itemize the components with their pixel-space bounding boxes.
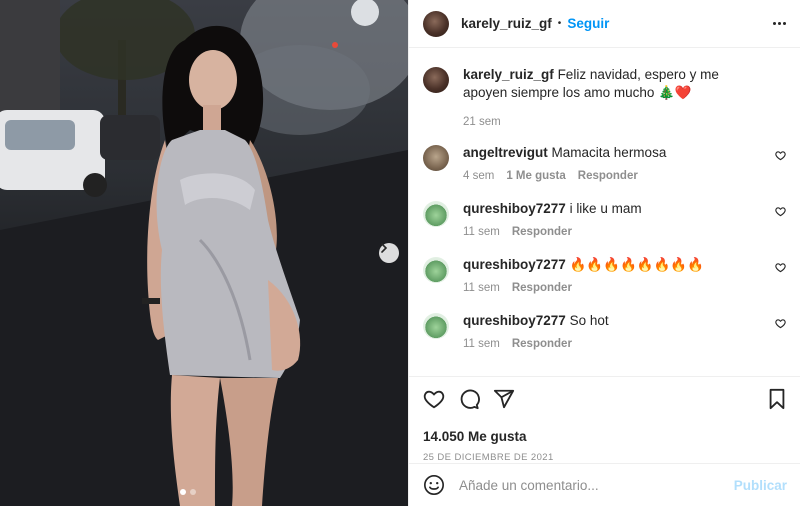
- emoji-icon[interactable]: [423, 474, 445, 496]
- chevron-right-icon: [381, 243, 388, 253]
- reply-button[interactable]: Responder: [512, 338, 572, 350]
- carousel-dot: [190, 489, 196, 495]
- comment-text: qureshiboy7277 🔥🔥🔥🔥🔥🔥🔥🔥: [463, 256, 764, 274]
- commenter-avatar[interactable]: [423, 201, 449, 227]
- next-photo-button[interactable]: [379, 243, 399, 263]
- commenter-avatar[interactable]: [423, 313, 449, 339]
- carousel-indicator: [180, 489, 196, 495]
- post-actions: 14.050 Me gusta 25 DE DICIEMBRE DE 2021: [409, 376, 800, 463]
- reply-button[interactable]: Responder: [578, 170, 638, 182]
- comment-meta: 11 sem Responder: [463, 338, 764, 350]
- post-header: karely_ruiz_gf • Seguir: [409, 0, 800, 48]
- comment-body: 🔥🔥🔥🔥🔥🔥🔥🔥: [569, 257, 705, 272]
- comment-input[interactable]: [459, 477, 734, 493]
- reply-button[interactable]: Responder: [512, 226, 572, 238]
- caption-age: 21 sem: [463, 116, 501, 128]
- comment-item: qureshiboy7277 So hot 11 sem Responder: [423, 312, 786, 350]
- author-avatar[interactable]: [423, 10, 449, 37]
- reply-button[interactable]: Responder: [512, 282, 572, 294]
- comment-text: qureshiboy7277 So hot: [463, 312, 764, 330]
- comment-meta: 4 sem 1 Me gusta Responder: [463, 170, 764, 182]
- comment-age: 11 sem: [463, 226, 500, 238]
- heart-icon[interactable]: [423, 388, 445, 410]
- commenter-username[interactable]: angeltrevigut: [463, 145, 548, 160]
- separator-dot: •: [557, 18, 562, 29]
- comment-meta: 11 sem Responder: [463, 282, 764, 294]
- bookmark-icon[interactable]: [767, 388, 787, 410]
- comment-like-heart-icon[interactable]: [775, 206, 786, 217]
- comment-meta: 11 sem Responder: [463, 226, 764, 238]
- comment-age: 11 sem: [463, 338, 500, 350]
- caption: karely_ruiz_gf Feliz navidad, espero y m…: [423, 66, 786, 128]
- more-options-icon[interactable]: [773, 22, 786, 25]
- comment-body: So hot: [569, 313, 609, 328]
- commenter-username[interactable]: qureshiboy7277: [463, 257, 566, 272]
- author-username[interactable]: karely_ruiz_gf: [461, 16, 552, 31]
- caption-avatar[interactable]: [423, 67, 449, 93]
- add-comment-bar: Publicar: [409, 463, 800, 506]
- comment-icon[interactable]: [458, 388, 480, 410]
- post-side-panel: karely_ruiz_gf • Seguir karely_ruiz_gf F…: [408, 0, 800, 506]
- comment-text: angeltrevigut Mamacita hermosa: [463, 144, 764, 162]
- comment-item: qureshiboy7277 i like u mam 11 sem Respo…: [423, 200, 786, 238]
- comment-item: angeltrevigut Mamacita hermosa 4 sem 1 M…: [423, 144, 786, 182]
- carousel-dot-active: [180, 489, 186, 495]
- comment-like-heart-icon[interactable]: [775, 262, 786, 273]
- comment-like-heart-icon[interactable]: [775, 150, 786, 161]
- publish-button[interactable]: Publicar: [734, 478, 787, 493]
- likes-count[interactable]: 14.050 Me gusta: [423, 429, 787, 444]
- comment-body: i like u mam: [569, 201, 642, 216]
- comment-likes[interactable]: 1 Me gusta: [506, 170, 565, 182]
- comment-text: qureshiboy7277 i like u mam: [463, 200, 764, 218]
- caption-username[interactable]: karely_ruiz_gf: [463, 67, 554, 82]
- comment-item: qureshiboy7277 🔥🔥🔥🔥🔥🔥🔥🔥 11 sem Responder: [423, 256, 786, 294]
- action-icons-row: [423, 387, 787, 411]
- comment-age: 11 sem: [463, 282, 500, 294]
- commenter-username[interactable]: qureshiboy7277: [463, 201, 566, 216]
- commenter-username[interactable]: qureshiboy7277: [463, 313, 566, 328]
- caption-text: karely_ruiz_gf Feliz navidad, espero y m…: [463, 66, 764, 102]
- share-icon[interactable]: [493, 388, 515, 410]
- comment-like-heart-icon[interactable]: [775, 318, 786, 329]
- comment-age: 4 sem: [463, 170, 495, 182]
- post-date: 25 DE DICIEMBRE DE 2021: [423, 452, 554, 463]
- comments-list[interactable]: karely_ruiz_gf Feliz navidad, espero y m…: [409, 48, 800, 376]
- photo-illustration: [0, 0, 408, 506]
- commenter-avatar[interactable]: [423, 257, 449, 283]
- follow-button[interactable]: Seguir: [567, 16, 609, 31]
- comment-body: Mamacita hermosa: [551, 145, 667, 160]
- post-photo[interactable]: [0, 0, 408, 506]
- caption-meta: 21 sem: [463, 116, 764, 128]
- commenter-avatar[interactable]: [423, 145, 449, 171]
